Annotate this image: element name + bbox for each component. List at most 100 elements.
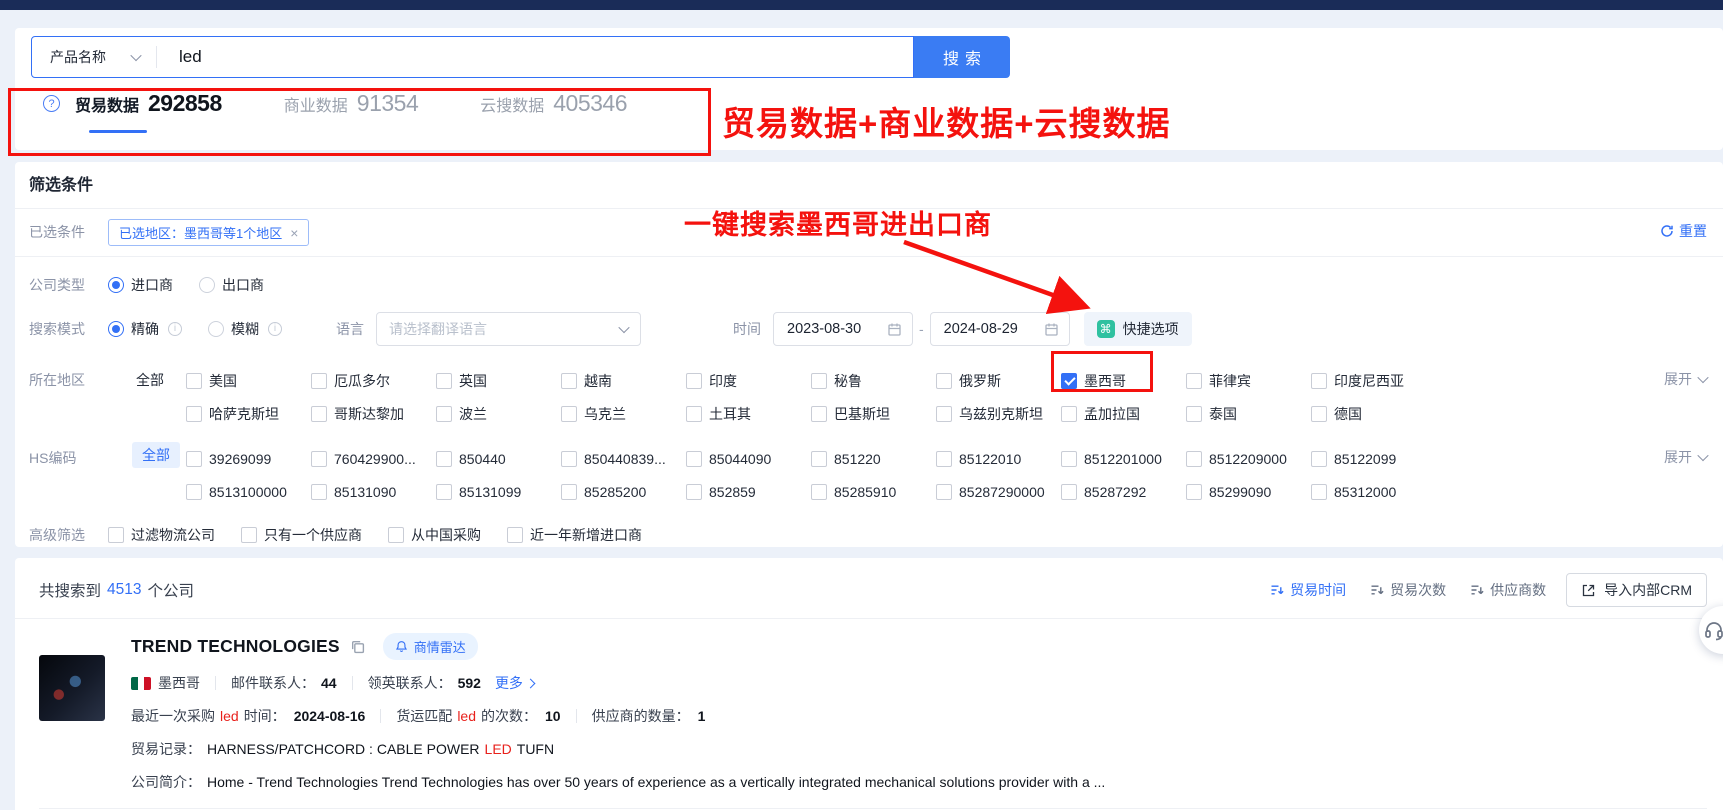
region-checkbox-乌兹别克斯坦[interactable]: 乌兹别克斯坦 [936,404,1061,424]
hscode-checkbox-760429900...[interactable]: 760429900... [311,451,436,467]
mexico-flag-icon [131,677,151,690]
search-button[interactable]: 搜索 [914,36,1010,78]
sort-贸易时间[interactable]: 贸易时间 [1270,580,1346,600]
advanced-checkbox-过滤物流公司[interactable]: 过滤物流公司 [108,522,215,548]
hscode-checkbox-85285910[interactable]: 85285910 [811,484,936,500]
reset-label: 重置 [1679,221,1707,241]
sort-供应商数[interactable]: 供应商数 [1470,580,1546,600]
search-category-dropdown[interactable]: 产品名称 [32,47,156,67]
hscode-checkbox-8513100000[interactable]: 8513100000 [186,484,311,500]
advanced-checkbox-只有一个供应商[interactable]: 只有一个供应商 [241,522,362,548]
hscode-checkbox-85122099[interactable]: 85122099 [1311,451,1436,467]
radio-option-精确[interactable]: 精确i [108,312,182,346]
hscode-all-button[interactable]: 全部 [132,442,180,468]
region-checkbox-孟加拉国[interactable]: 孟加拉国 [1061,404,1186,424]
radar-badge-label: 商情雷达 [414,637,466,656]
radio-option-模糊[interactable]: 模糊i [208,312,282,346]
radio-option-进口商[interactable]: 进口商 [108,272,173,298]
hscode-checkbox-85131099[interactable]: 85131099 [436,484,561,500]
company-name[interactable]: TREND TECHNOLOGIES [131,636,340,657]
search-input[interactable] [157,47,913,67]
info-icon: i [268,322,282,336]
hscode-checkbox-85312000[interactable]: 85312000 [1311,484,1436,500]
checkbox-label: 过滤物流公司 [131,522,215,548]
checkbox-label: 乌兹别克斯坦 [959,404,1043,424]
command-icon: ⌘ [1097,320,1115,338]
advanced-filter-row: 高级筛选 过滤物流公司只有一个供应商从中国采购近一年新增进口商 [15,510,1723,562]
reset-button[interactable]: 重置 [1660,221,1707,241]
checkbox-icon [686,484,702,500]
checkbox-label: 85285910 [834,484,896,500]
sort-icon [1470,583,1484,597]
radio-option-出口商[interactable]: 出口商 [199,272,264,298]
region-checkbox-波兰[interactable]: 波兰 [436,404,561,424]
match-suffix: 的次数： [481,706,537,726]
hscode-checkbox-851220[interactable]: 851220 [811,451,936,467]
hscode-checkbox-85285200[interactable]: 85285200 [561,484,686,500]
region-checkbox-菲律宾[interactable]: 菲律宾 [1186,371,1311,391]
region-checkbox-越南[interactable]: 越南 [561,371,686,391]
checkbox-label: 乌克兰 [584,404,626,424]
region-checkbox-秘鲁[interactable]: 秘鲁 [811,371,936,391]
checkbox-icon [686,406,702,422]
import-icon [1581,583,1596,598]
import-crm-button[interactable]: 导入内部CRM [1566,573,1707,607]
more-link[interactable]: 更多 [495,673,534,693]
region-checkbox-印度尼西亚[interactable]: 印度尼西亚 [1311,371,1436,391]
hscode-checkbox-39269099[interactable]: 39269099 [186,451,311,467]
hscode-checkbox-85122010[interactable]: 85122010 [936,451,1061,467]
checkbox-icon [1186,451,1202,467]
search-mode-options: 精确i 模糊i [108,312,336,346]
region-checkbox-哥斯达黎加[interactable]: 哥斯达黎加 [311,404,436,424]
checkbox-icon [1311,373,1327,389]
keyword-highlight: led [220,708,239,724]
checkbox-label: 85287290000 [959,484,1045,500]
hscode-checkbox-852859[interactable]: 852859 [686,484,811,500]
region-checkbox-哈萨克斯坦[interactable]: 哈萨克斯坦 [186,404,311,424]
checkbox-label: 美国 [209,371,237,391]
chevron-down-icon [1697,372,1708,383]
copy-icon[interactable] [350,639,365,654]
advanced-checkbox-从中国采购[interactable]: 从中国采购 [388,522,481,548]
region-checkbox-俄罗斯[interactable]: 俄罗斯 [936,371,1061,391]
region-expand-button[interactable]: 展开 [1664,369,1707,389]
hscode-row: HS编码 全部 39269099760429900...850440850440… [15,432,1723,510]
hscode-checkbox-85131090[interactable]: 85131090 [311,484,436,500]
region-checkbox-印度[interactable]: 印度 [686,371,811,391]
chevron-down-icon [130,50,141,61]
region-checkbox-美国[interactable]: 美国 [186,371,311,391]
results-card: 共搜索到 4513 个公司 贸易时间贸易次数供应商数 导入内部CRM TREND… [15,558,1723,810]
hscode-checkbox-8512209000[interactable]: 8512209000 [1186,451,1311,467]
remove-tag-icon[interactable]: × [290,225,298,241]
region-checkbox-乌克兰[interactable]: 乌克兰 [561,404,686,424]
company-list-item[interactable]: TREND TECHNOLOGIES 商情雷达 墨西哥 邮件联系人： 44 [15,619,1723,792]
hscode-expand-button[interactable]: 展开 [1664,447,1707,467]
annotation-box-tabs [8,88,711,156]
bell-icon [395,640,408,653]
keyword-highlight: LED [485,741,512,757]
region-all-button[interactable]: 全部 [108,364,186,397]
region-checkbox-厄瓜多尔[interactable]: 厄瓜多尔 [311,371,436,391]
region-checkbox-德国[interactable]: 德国 [1311,404,1436,424]
selected-region-tag[interactable]: 已选地区：墨西哥等1个地区 × [108,219,309,246]
region-checkbox-英国[interactable]: 英国 [436,371,561,391]
checkbox-icon [936,451,952,467]
language-select[interactable]: 请选择翻译语言 [376,312,641,346]
advanced-checkbox-近一年新增进口商[interactable]: 近一年新增进口商 [507,522,642,548]
hscode-checkbox-85044090[interactable]: 85044090 [686,451,811,467]
hscode-checkbox-85287292[interactable]: 85287292 [1061,484,1186,500]
region-checkbox-泰国[interactable]: 泰国 [1186,404,1311,424]
divider [352,676,353,690]
hscode-checkbox-850440839...[interactable]: 850440839... [561,451,686,467]
radar-badge[interactable]: 商情雷达 [383,633,478,660]
hscode-checkbox-8512201000[interactable]: 8512201000 [1061,451,1186,467]
hscode-checkbox-85299090[interactable]: 85299090 [1186,484,1311,500]
hscode-checkbox-85287290000[interactable]: 85287290000 [936,484,1061,500]
region-checkbox-巴基斯坦[interactable]: 巴基斯坦 [811,404,936,424]
checkbox-label: 850440 [459,451,506,467]
sort-贸易次数[interactable]: 贸易次数 [1370,580,1446,600]
hscode-checkbox-850440[interactable]: 850440 [436,451,561,467]
checkbox-label: 巴基斯坦 [834,404,890,424]
region-checkbox-土耳其[interactable]: 土耳其 [686,404,811,424]
checkbox-label: 39269099 [209,451,271,467]
